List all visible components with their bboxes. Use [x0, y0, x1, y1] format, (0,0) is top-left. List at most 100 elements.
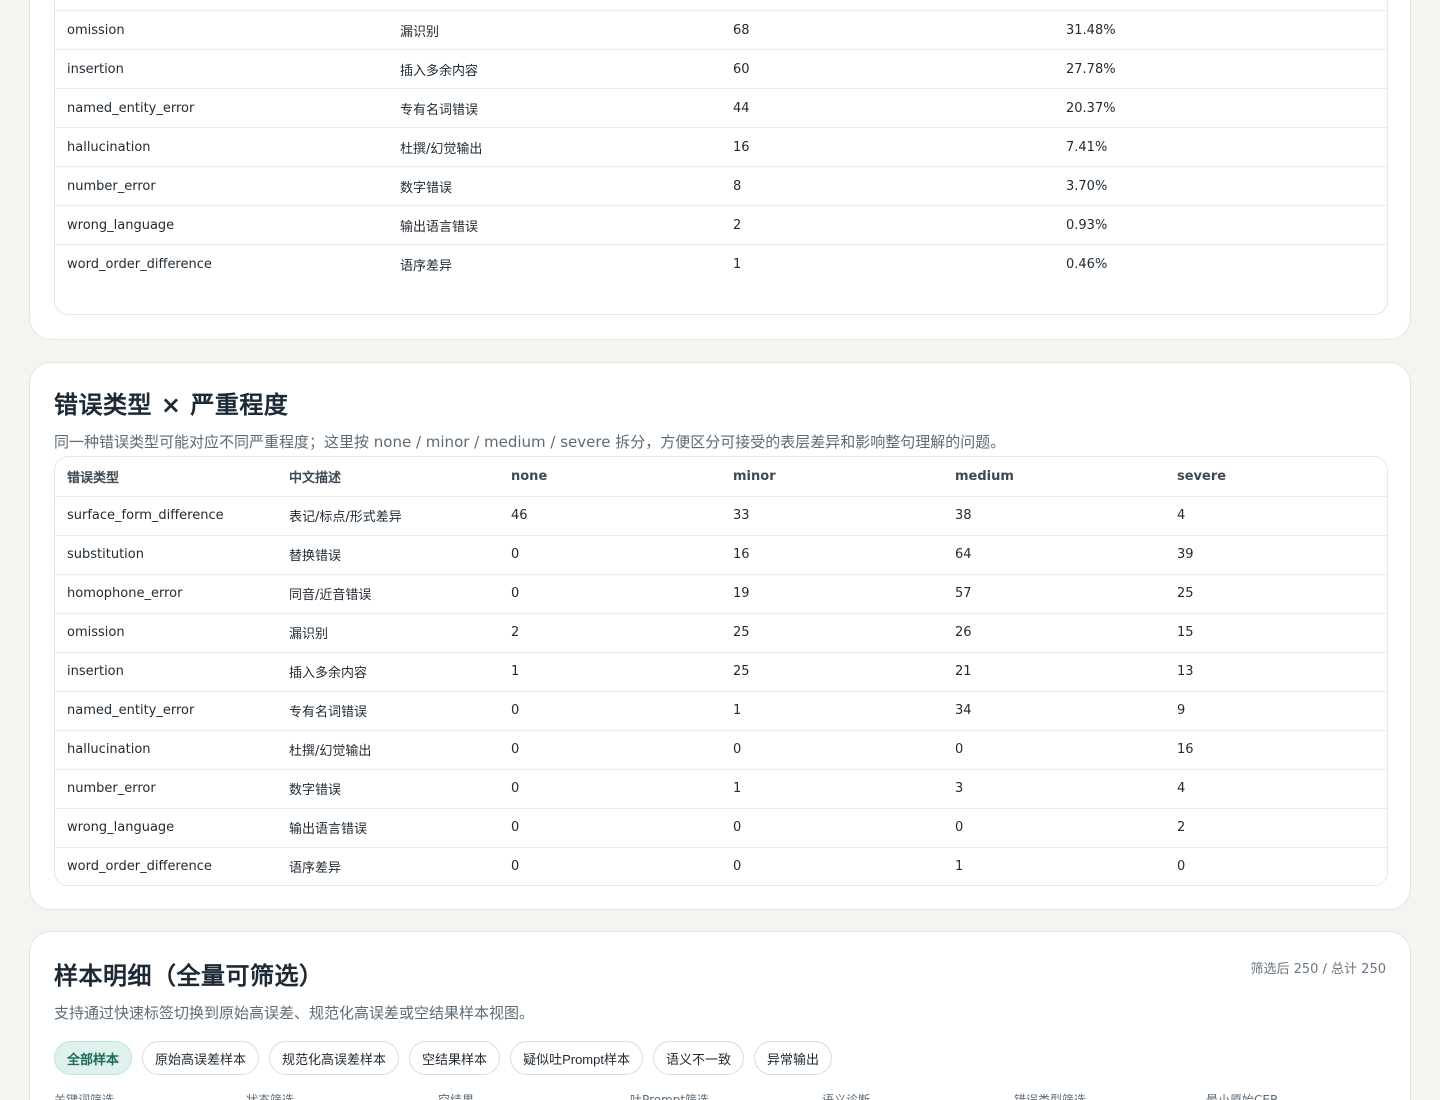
- cell-severe: 25: [1165, 574, 1387, 614]
- cell-type: number_error: [55, 166, 388, 206]
- table-row: wrong_language 输出语言错误 2 0.93%: [55, 205, 1387, 245]
- cell-minor: 0: [721, 808, 943, 848]
- column-header: medium: [943, 457, 1165, 497]
- column-header: none: [499, 457, 721, 497]
- cell-count: 60: [721, 49, 1054, 89]
- cell-pct: 20.37%: [1054, 88, 1387, 128]
- cell-desc: 漏识别: [277, 613, 499, 653]
- table-row: named_entity_error 专有名词错误 44 20.37%: [55, 88, 1387, 128]
- filter-chip[interactable]: 异常输出: [753, 1041, 832, 1075]
- cell-count: 44: [721, 88, 1054, 128]
- table-row: word_order_difference 语序差异 0 0 1 0: [55, 847, 1387, 885]
- cell-type: named_entity_error: [55, 88, 388, 128]
- cell-medium: 34: [943, 691, 1165, 731]
- cell-type: insertion: [55, 49, 388, 89]
- cell-type: omission: [55, 10, 388, 50]
- cell-type: homophone_error: [55, 574, 277, 614]
- cell-type: homophone_error: [55, 0, 388, 11]
- cell-severe: 15: [1165, 613, 1387, 653]
- table-row: hallucination 杜撰/幻觉输出 16 7.41%: [55, 127, 1387, 167]
- filter-labels-row: 关键词筛选 状态筛选 空结果 吐Prompt筛选 语义诊断 错误类型筛选 最小原始CER: [54, 1091, 1398, 1100]
- cell-medium: 3: [943, 769, 1165, 809]
- cell-minor: 1: [721, 769, 943, 809]
- cell-medium: 64: [943, 535, 1165, 575]
- cell-pct: 0.46%: [1066, 256, 1108, 272]
- cell-minor: 0: [733, 859, 742, 875]
- filter-label: 错误类型筛选: [1014, 1093, 1087, 1100]
- cell-minor: 0: [721, 730, 943, 770]
- table-row: number_error 数字错误 0 1 3 4: [55, 769, 1387, 809]
- error-type-card: homophone_error同音/近音错误10146.76%omission漏…: [29, 0, 1411, 340]
- cell-pct: 31.48%: [1054, 10, 1387, 50]
- cell-medium: 1: [955, 859, 964, 875]
- cell-type: omission: [55, 613, 277, 653]
- cell-type: word_order_difference: [67, 256, 212, 272]
- cell-none: 0: [499, 730, 721, 770]
- cell-none: 0: [511, 859, 520, 875]
- cell-type: insertion: [55, 652, 277, 692]
- filter-chip[interactable]: 规范化高误差样本: [269, 1041, 400, 1075]
- cell-none: 46: [499, 496, 721, 536]
- filter-chip[interactable]: 全部样本: [54, 1041, 133, 1075]
- table-row: insertion 插入多余内容 1 25 21 13: [55, 652, 1387, 692]
- table-row: omission 漏识别 2 25 26 15: [55, 613, 1387, 653]
- cell-minor: 16: [721, 535, 943, 575]
- cell-type: wrong_language: [55, 205, 388, 245]
- cell-medium: 38: [943, 496, 1165, 536]
- cell-none: 0: [499, 769, 721, 809]
- severity-matrix-table: 错误类型 中文描述 none minor medium severe surfa…: [54, 456, 1388, 886]
- cell-type: hallucination: [55, 127, 388, 167]
- table-row: surface_form_difference 表记/标点/形式差异 46 33 38 4: [55, 496, 1387, 536]
- table-row: number_error 数字错误 8 3.70%: [55, 166, 1387, 206]
- cell-count: 68: [721, 10, 1054, 50]
- cell-medium: 26: [943, 613, 1165, 653]
- cell-type: word_order_difference: [67, 859, 212, 875]
- cell-severe: 9: [1165, 691, 1387, 731]
- cell-severe: 4: [1165, 769, 1387, 809]
- table-row: wrong_language 输出语言错误 0 0 0 2: [55, 808, 1387, 848]
- cell-desc: 数字错误: [388, 166, 721, 206]
- sample-details-card: 样本明细（全量可筛选） 筛选后 250 / 总计 250 支持通过快速标签切换到…: [29, 931, 1411, 1100]
- cell-desc: 专有名词错误: [277, 691, 499, 731]
- cell-none: 0: [499, 535, 721, 575]
- cell-medium: 0: [943, 808, 1165, 848]
- cell-minor: 1: [721, 691, 943, 731]
- table-row: named_entity_error 专有名词错误 0 1 34 9: [55, 691, 1387, 731]
- cell-type: surface_form_difference: [55, 496, 277, 536]
- cell-desc: 表记/标点/形式差异: [277, 496, 499, 536]
- cell-type: hallucination: [55, 730, 277, 770]
- filter-chip[interactable]: 原始高误差样本: [142, 1041, 260, 1075]
- filter-label: 空结果: [438, 1093, 475, 1100]
- cell-desc: 专有名词错误: [388, 88, 721, 128]
- section-description: 同一种错误类型可能对应不同严重程度；这里按 none / minor / med…: [54, 433, 1006, 451]
- cell-type: named_entity_error: [55, 691, 277, 731]
- filter-chip[interactable]: 疑似吐Prompt样本: [510, 1041, 643, 1075]
- cell-type: number_error: [55, 769, 277, 809]
- cell-severe: 2: [1165, 808, 1387, 848]
- table-row: omission 漏识别 68 31.48%: [55, 10, 1387, 50]
- cell-count: 8: [721, 166, 1054, 206]
- cell-desc: 插入多余内容: [277, 652, 499, 692]
- cell-minor: 25: [721, 613, 943, 653]
- cell-desc: 替换错误: [277, 535, 499, 575]
- filter-chip[interactable]: 空结果样本: [409, 1041, 501, 1075]
- cell-desc: 输出语言错误: [277, 808, 499, 848]
- section-title: 错误类型 × 严重程度: [54, 391, 289, 419]
- cell-none: 0: [499, 808, 721, 848]
- cell-pct: 0.93%: [1054, 205, 1387, 245]
- cell-pct: 27.78%: [1054, 49, 1387, 89]
- severity-matrix-card: 错误类型 × 严重程度 同一种错误类型可能对应不同严重程度；这里按 none /…: [29, 362, 1411, 910]
- cell-count: 101: [721, 0, 1054, 11]
- cell-minor: 25: [721, 652, 943, 692]
- cell-desc: 同音/近音错误: [388, 0, 721, 11]
- filter-label: 状态筛选: [246, 1093, 295, 1100]
- cell-type: substitution: [55, 535, 277, 575]
- column-header: 错误类型: [55, 457, 277, 497]
- cell-severe: 0: [1177, 859, 1186, 875]
- cell-medium: 57: [943, 574, 1165, 614]
- cell-desc: 同音/近音错误: [277, 574, 499, 614]
- error-type-table: homophone_error同音/近音错误10146.76%omission漏…: [54, 0, 1388, 315]
- cell-severe: 13: [1165, 652, 1387, 692]
- filter-chip[interactable]: 语义不一致: [652, 1041, 744, 1075]
- cell-type: wrong_language: [55, 808, 277, 848]
